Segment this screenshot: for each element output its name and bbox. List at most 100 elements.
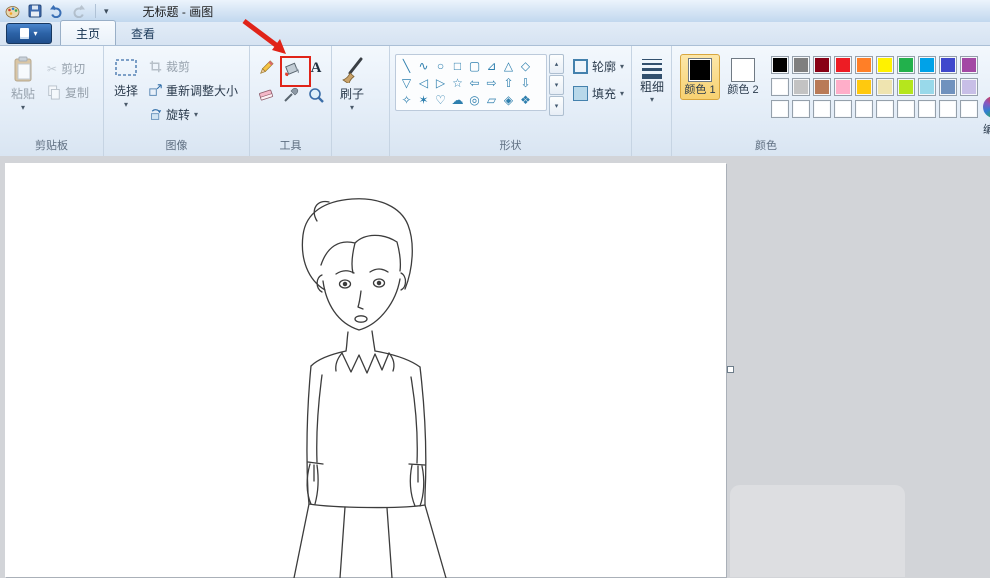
shape-button[interactable]: ✧ (398, 91, 415, 108)
chevron-down-icon: ▾ (194, 111, 198, 119)
palette-swatch[interactable] (771, 56, 789, 74)
group-label-colors: 颜色 (672, 137, 860, 153)
palette-swatch[interactable] (918, 78, 936, 96)
palette-swatch-empty[interactable] (813, 100, 831, 118)
chevron-down-icon: ▾ (21, 104, 25, 112)
shape-button[interactable]: ◈ (500, 91, 517, 108)
palette-swatch-empty[interactable] (939, 100, 957, 118)
shape-button[interactable]: ╲ (398, 57, 415, 74)
cut-button[interactable]: ✂ 剪切 (44, 58, 92, 79)
palette-swatch[interactable] (813, 56, 831, 74)
color2-button[interactable]: 颜色 2 (723, 54, 763, 100)
palette-swatch-empty[interactable] (960, 100, 978, 118)
palette-swatch[interactable] (792, 78, 810, 96)
copy-button[interactable]: 复制 (44, 82, 92, 103)
palette-swatch[interactable] (939, 78, 957, 96)
paste-button[interactable]: 粘贴 ▾ (8, 54, 38, 114)
palette-swatch[interactable] (960, 56, 978, 74)
shapes-scroll-up-button[interactable]: ▴ (549, 54, 564, 74)
workspace (0, 156, 990, 577)
palette-swatch[interactable] (918, 56, 936, 74)
palette-swatch[interactable] (771, 78, 789, 96)
palette-swatch[interactable] (960, 78, 978, 96)
outline-icon (573, 59, 588, 74)
redo-button[interactable] (70, 3, 87, 20)
palette-swatch[interactable] (876, 78, 894, 96)
size-group: 粗细 ▾ (632, 46, 672, 156)
palette-swatch[interactable] (855, 56, 873, 74)
crop-button[interactable]: 裁剪 (146, 56, 241, 77)
tab-home[interactable]: 主页 (60, 20, 116, 45)
text-tool-icon: A (311, 60, 322, 77)
shape-button[interactable]: ▷ (432, 74, 449, 91)
fill-button[interactable]: 填充 ▾ (570, 83, 627, 104)
eraser-tool[interactable] (254, 83, 278, 107)
palette-swatch-empty[interactable] (771, 100, 789, 118)
resize-button[interactable]: 重新调整大小 (146, 80, 241, 101)
crop-icon (149, 60, 162, 73)
select-button[interactable]: 选择 ▾ (110, 54, 142, 111)
palette-swatch-empty[interactable] (792, 100, 810, 118)
shape-button[interactable]: ⇦ (466, 74, 483, 91)
palette-swatch-empty[interactable] (876, 100, 894, 118)
palette-swatch[interactable] (897, 78, 915, 96)
undo-button[interactable] (48, 3, 65, 20)
application-menu-button[interactable]: ▾ (6, 23, 52, 44)
ribbon: 粘贴 ▾ ✂ 剪切 复制 剪贴板 选择 ▾ (0, 45, 990, 157)
shape-button[interactable]: ⇨ (483, 74, 500, 91)
palette-swatch[interactable] (792, 56, 810, 74)
qat-dropdown-icon[interactable]: ▾ (104, 6, 109, 17)
shape-button[interactable]: △ (500, 57, 517, 74)
app-icon[interactable] (4, 3, 21, 20)
shape-button[interactable]: ▱ (483, 91, 500, 108)
line-thickness-icon (642, 56, 662, 79)
shape-button[interactable]: ⇩ (517, 74, 534, 91)
palette-swatch-empty[interactable] (897, 100, 915, 118)
color2-swatch (731, 58, 755, 82)
ribbon-tab-row: ▾ 主页 查看 (0, 22, 990, 45)
shape-button[interactable]: ▽ (398, 74, 415, 91)
shape-button[interactable]: ◎ (466, 91, 483, 108)
canvas-resize-handle-right[interactable] (727, 366, 734, 373)
shape-button[interactable]: ⊿ (483, 57, 500, 74)
shape-button[interactable]: ☆ (449, 74, 466, 91)
palette-swatch-empty[interactable] (855, 100, 873, 118)
palette-swatch[interactable] (876, 56, 894, 74)
annotation-arrow (232, 14, 302, 62)
palette-swatch[interactable] (813, 78, 831, 96)
color1-button[interactable]: 颜色 1 (680, 54, 720, 100)
shape-button[interactable]: ◇ (517, 57, 534, 74)
image-group: 选择 ▾ 裁剪 重新调整大小 (104, 46, 250, 156)
palette-swatch-empty[interactable] (918, 100, 936, 118)
document-icon (20, 28, 29, 39)
palette-swatch[interactable] (897, 56, 915, 74)
size-button[interactable]: 粗细 ▾ (633, 54, 671, 106)
drawing-canvas[interactable] (5, 163, 726, 577)
shape-button[interactable]: ⇧ (500, 74, 517, 91)
shapes-scroll-down-button[interactable]: ▾ (549, 75, 564, 95)
palette-swatch[interactable] (939, 56, 957, 74)
brushes-button[interactable]: 刷子 ▾ (336, 54, 368, 114)
chevron-down-icon: ▾ (620, 90, 624, 98)
outline-button[interactable]: 轮廓 ▾ (570, 56, 627, 77)
shape-button[interactable]: ✶ (415, 91, 432, 108)
shape-button[interactable]: ○ (432, 57, 449, 74)
shape-button[interactable]: ∿ (415, 57, 432, 74)
copy-icon (47, 85, 61, 100)
tab-view[interactable]: 查看 (116, 21, 170, 45)
shape-button[interactable]: ☁ (449, 91, 466, 108)
edit-colors-button[interactable]: 编辑颜色 (983, 96, 990, 162)
shape-button[interactable]: ♡ (432, 91, 449, 108)
palette-swatch-empty[interactable] (834, 100, 852, 118)
shape-button[interactable]: □ (449, 57, 466, 74)
shape-button[interactable]: ▢ (466, 57, 483, 74)
rotate-button[interactable]: 旋转 ▾ (146, 104, 241, 125)
save-button[interactable] (26, 3, 43, 20)
palette-swatch[interactable] (834, 56, 852, 74)
palette-swatch[interactable] (834, 78, 852, 96)
palette-swatch[interactable] (855, 78, 873, 96)
group-label-clipboard: 剪贴板 (0, 137, 103, 153)
shape-button[interactable]: ◁ (415, 74, 432, 91)
shape-button[interactable]: ❖ (517, 91, 534, 108)
shapes-more-button[interactable]: ▾ (549, 96, 564, 116)
